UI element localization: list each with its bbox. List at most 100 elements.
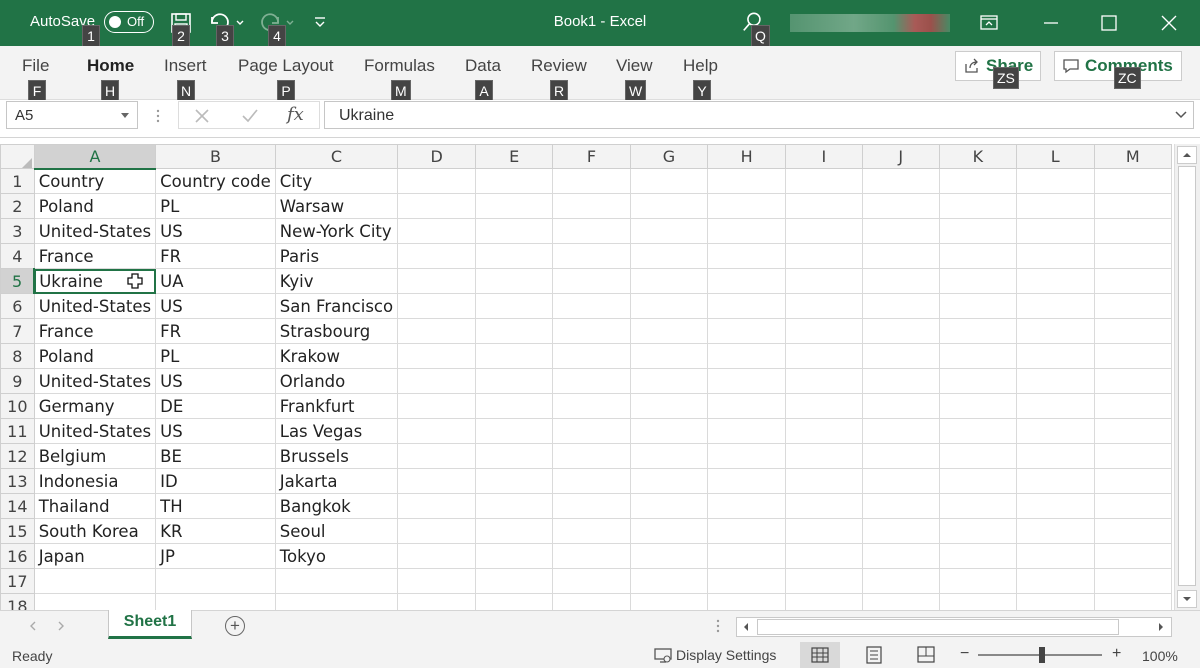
expand-formula-bar-icon[interactable] [1174, 109, 1188, 121]
empty-cell[interactable] [861, 368, 940, 394]
empty-cell[interactable] [785, 268, 863, 294]
cell[interactable]: Country code [155, 168, 276, 194]
tab-data[interactable]: Data [465, 56, 501, 76]
close-icon[interactable] [1146, 0, 1192, 46]
empty-cell[interactable] [475, 318, 554, 344]
empty-cell[interactable] [629, 468, 709, 494]
row-header[interactable]: 15 [0, 518, 35, 544]
vertical-scroll-thumb[interactable] [1178, 166, 1196, 586]
row-header[interactable]: 4 [0, 243, 35, 269]
cell[interactable] [155, 593, 276, 610]
page-break-view-button[interactable] [906, 642, 946, 668]
cell[interactable]: Bangkok [274, 493, 399, 519]
empty-cell[interactable] [1015, 268, 1095, 294]
empty-cell[interactable] [1015, 243, 1095, 269]
empty-cell[interactable] [475, 518, 554, 544]
empty-cell[interactable] [552, 393, 631, 419]
tab-help[interactable]: Help [683, 56, 718, 76]
empty-cell[interactable] [552, 518, 631, 544]
empty-cell[interactable] [785, 543, 863, 569]
empty-cell[interactable] [475, 168, 554, 194]
empty-cell[interactable] [629, 568, 709, 594]
empty-cell[interactable] [1015, 518, 1095, 544]
empty-cell[interactable] [938, 168, 1017, 194]
empty-cell[interactable] [785, 318, 863, 344]
empty-cell[interactable] [1015, 168, 1095, 194]
empty-cell[interactable] [629, 268, 709, 294]
empty-cell[interactable] [1015, 468, 1095, 494]
worksheet-grid[interactable]: A B C D E F G H I J K L M 1 Country Countr… [0, 144, 1172, 610]
empty-cell[interactable] [1093, 393, 1172, 419]
empty-cell[interactable] [552, 218, 631, 244]
empty-cell[interactable] [397, 168, 477, 194]
normal-view-button[interactable] [800, 642, 840, 668]
empty-cell[interactable] [861, 293, 940, 319]
empty-cell[interactable] [552, 343, 631, 369]
ribbon-display-options-icon[interactable] [966, 0, 1012, 46]
empty-cell[interactable] [397, 593, 477, 610]
empty-cell[interactable] [397, 243, 477, 269]
cell[interactable]: United-States [33, 368, 157, 394]
zoom-level[interactable]: 100% [1142, 648, 1178, 664]
empty-cell[interactable] [629, 493, 709, 519]
cell[interactable]: UA [155, 268, 276, 294]
scroll-down-button[interactable] [1177, 590, 1197, 608]
empty-cell[interactable] [1093, 443, 1172, 469]
empty-cell[interactable] [785, 593, 863, 610]
empty-cell[interactable] [861, 318, 940, 344]
empty-cell[interactable] [938, 518, 1017, 544]
empty-cell[interactable] [475, 493, 554, 519]
empty-cell[interactable] [397, 493, 477, 519]
cell[interactable]: Thailand [33, 493, 157, 519]
empty-cell[interactable] [785, 418, 863, 444]
empty-cell[interactable] [629, 293, 709, 319]
empty-cell[interactable] [1015, 568, 1095, 594]
empty-cell[interactable] [861, 343, 940, 369]
empty-cell[interactable] [1015, 218, 1095, 244]
empty-cell[interactable] [707, 168, 787, 194]
row-header[interactable]: 10 [0, 393, 35, 419]
empty-cell[interactable] [707, 568, 787, 594]
cell[interactable]: Strasbourg [274, 318, 399, 344]
empty-cell[interactable] [861, 543, 940, 569]
name-box-dropdown-icon[interactable] [121, 113, 129, 118]
cell[interactable]: Paris [274, 243, 399, 269]
add-sheet-button[interactable]: + [225, 616, 245, 636]
empty-cell[interactable] [938, 443, 1017, 469]
formula-bar-grip-icon[interactable] [154, 108, 162, 124]
row-header[interactable]: 9 [0, 368, 35, 394]
empty-cell[interactable] [397, 193, 477, 219]
empty-cell[interactable] [1093, 368, 1172, 394]
empty-cell[interactable] [1093, 493, 1172, 519]
empty-cell[interactable] [1093, 543, 1172, 569]
cell[interactable]: Kyiv [274, 268, 399, 294]
empty-cell[interactable] [552, 468, 631, 494]
formula-input[interactable]: Ukraine [324, 101, 1194, 129]
empty-cell[interactable] [1093, 593, 1172, 610]
empty-cell[interactable] [552, 368, 631, 394]
row-header[interactable]: 5 [0, 268, 36, 294]
cell[interactable]: Poland [33, 193, 157, 219]
cell[interactable] [155, 568, 276, 594]
empty-cell[interactable] [1015, 393, 1095, 419]
empty-cell[interactable] [861, 568, 940, 594]
cell[interactable]: Warsaw [274, 193, 399, 219]
empty-cell[interactable] [552, 418, 631, 444]
scroll-left-icon[interactable] [740, 621, 752, 633]
empty-cell[interactable] [629, 543, 709, 569]
empty-cell[interactable] [861, 393, 940, 419]
row-header[interactable]: 6 [0, 293, 35, 319]
empty-cell[interactable] [938, 318, 1017, 344]
empty-cell[interactable] [785, 343, 863, 369]
select-all-corner[interactable] [0, 144, 35, 169]
tab-formulas[interactable]: Formulas [364, 56, 435, 76]
cell[interactable]: Las Vegas [274, 418, 399, 444]
empty-cell[interactable] [475, 543, 554, 569]
cell[interactable]: Jakarta [274, 468, 399, 494]
cell[interactable]: France [33, 243, 157, 269]
cell[interactable]: BE [155, 443, 276, 469]
cell[interactable] [33, 593, 157, 610]
empty-cell[interactable] [629, 193, 709, 219]
empty-cell[interactable] [785, 168, 863, 194]
zoom-slider-thumb[interactable] [1039, 647, 1045, 663]
